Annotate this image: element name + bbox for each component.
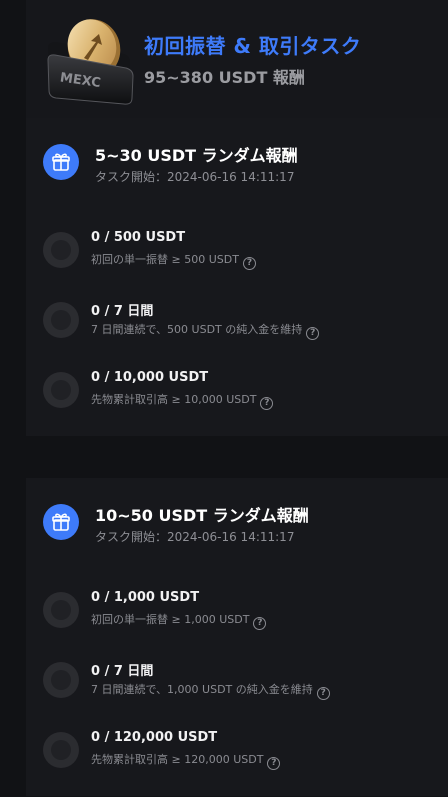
task-requirement-text: 先物累計取引高 ≥ 120,000 USDT <box>91 753 264 766</box>
incomplete-circle-icon <box>43 732 79 768</box>
campaign-header: MEXC 初回振替 & 取引タスク 95~380 USDT 報酬 <box>26 0 448 118</box>
task-start-time: タスク開始：2024-06-16 14:11:17 <box>95 170 295 184</box>
question-circle-icon[interactable]: ? <box>306 327 320 340</box>
campaign-reward: 95~380 USDT 報酬 <box>144 68 305 87</box>
task-item: 0 / 7 日間 7 日間連続で、1,000 USDT の純入金を維持? <box>43 660 443 702</box>
task-requirement: 7 日間連続で、1,000 USDT の純入金を維持? <box>91 681 330 700</box>
task-requirement-text: 初回の単一振替 ≥ 500 USDT <box>91 253 239 266</box>
incomplete-circle-icon <box>43 592 79 628</box>
incomplete-circle-icon <box>43 662 79 698</box>
task-card: 10~50 USDT ランダム報酬 タスク開始：2024-06-16 14:11… <box>26 478 448 796</box>
incomplete-circle-icon <box>43 302 79 338</box>
task-requirement-text: 初回の単一振替 ≥ 1,000 USDT <box>91 613 250 626</box>
task-requirement: 初回の単一振替 ≥ 1,000 USDT? <box>91 611 267 630</box>
question-circle-icon[interactable]: ? <box>253 617 267 630</box>
task-requirement: 先物累計取引高 ≥ 120,000 USDT? <box>91 751 281 770</box>
task-requirement: 先物累計取引高 ≥ 10,000 USDT? <box>91 391 274 410</box>
task-progress: 0 / 7 日間 <box>91 664 154 679</box>
task-item: 0 / 10,000 USDT 先物累計取引高 ≥ 10,000 USDT? <box>43 370 443 412</box>
task-progress: 0 / 10,000 USDT <box>91 370 209 385</box>
question-circle-icon[interactable]: ? <box>242 257 256 270</box>
task-progress: 0 / 1,000 USDT <box>91 590 200 605</box>
task-page: MEXC 初回振替 & 取引タスク 95~380 USDT 報酬 5~30 US… <box>0 0 448 797</box>
question-circle-icon[interactable]: ? <box>316 687 330 700</box>
task-progress: 0 / 120,000 USDT <box>91 730 218 745</box>
task-item: 0 / 500 USDT 初回の単一振替 ≥ 500 USDT? <box>43 230 443 272</box>
task-requirement: 初回の単一振替 ≥ 500 USDT? <box>91 251 256 270</box>
task-progress: 0 / 7 日間 <box>91 304 154 319</box>
card-title: 5~30 USDT ランダム報酬 <box>95 146 298 165</box>
task-requirement: 7 日間連続で、500 USDT の純入金を維持? <box>91 321 320 340</box>
task-progress: 0 / 500 USDT <box>91 230 186 245</box>
task-item: 0 / 120,000 USDT 先物累計取引高 ≥ 120,000 USDT? <box>43 730 443 772</box>
task-item: 0 / 7 日間 7 日間連続で、500 USDT の純入金を維持? <box>43 300 443 342</box>
task-requirement-text: 先物累計取引高 ≥ 10,000 USDT <box>91 393 257 406</box>
task-requirement-text: 7 日間連続で、500 USDT の純入金を維持 <box>91 323 303 336</box>
task-requirement-text: 7 日間連続で、1,000 USDT の純入金を維持 <box>91 683 313 696</box>
question-circle-icon[interactable]: ? <box>267 757 281 770</box>
gift-icon <box>43 144 79 180</box>
task-item: 0 / 1,000 USDT 初回の単一振替 ≥ 1,000 USDT? <box>43 590 443 632</box>
task-card: 5~30 USDT ランダム報酬 タスク開始：2024-06-16 14:11:… <box>26 118 448 436</box>
incomplete-circle-icon <box>43 372 79 408</box>
card-title: 10~50 USDT ランダム報酬 <box>95 506 309 525</box>
question-circle-icon[interactable]: ? <box>260 397 274 410</box>
task-start-time: タスク開始：2024-06-16 14:11:17 <box>95 530 295 544</box>
mexc-wallet-coin-icon: MEXC <box>46 14 136 106</box>
incomplete-circle-icon <box>43 232 79 268</box>
campaign-title: 初回振替 & 取引タスク <box>144 34 362 58</box>
gift-icon <box>43 504 79 540</box>
